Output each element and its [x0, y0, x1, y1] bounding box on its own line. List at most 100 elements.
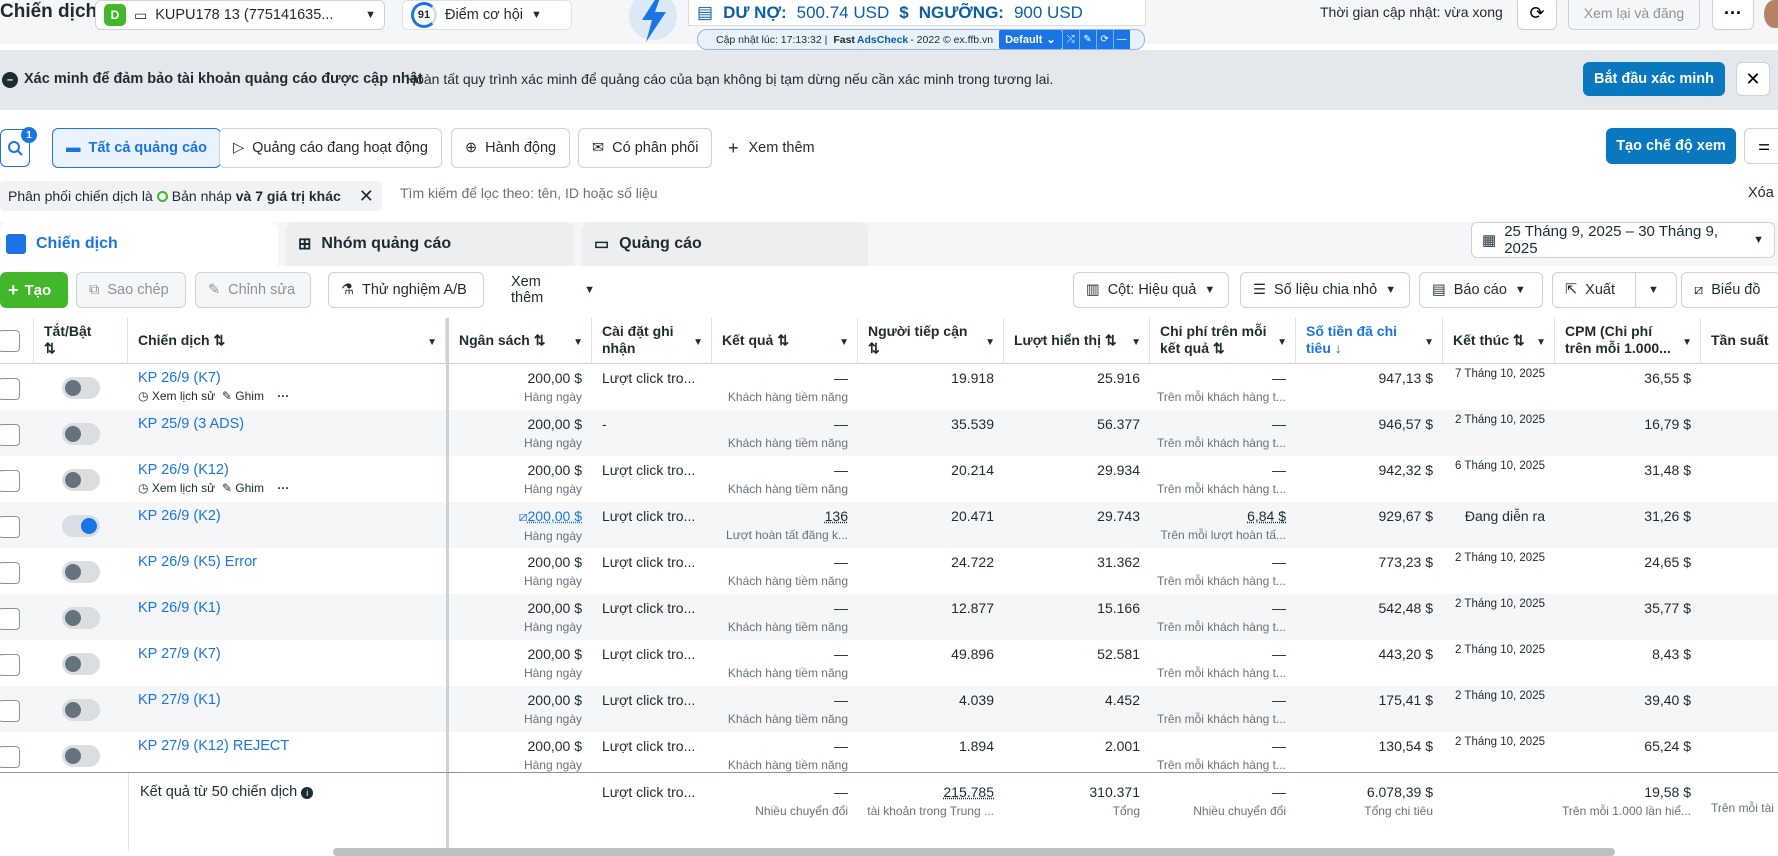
row-more-button[interactable]: ··· — [277, 389, 289, 403]
start-verification-button[interactable]: Bắt đầu xác minh — [1583, 62, 1725, 96]
budget-cell[interactable]: 200,00 $ Hàng ngày — [449, 640, 592, 686]
date-range-picker[interactable]: ▦ 25 Tháng 9, 2025 – 30 Tháng 9, 2025 ▼ — [1471, 222, 1775, 258]
charts-button[interactable]: ⧄ Biểu đồ — [1681, 272, 1778, 308]
col-attribution[interactable]: Cài đặt ghi nhận ▼ — [592, 318, 712, 364]
table-row[interactable]: KP 27/9 (K7) 200,00 $ Hàng ngày Lượt click … — [0, 640, 1778, 686]
col-toggle[interactable]: Tắt/Bật ⇅ — [34, 318, 128, 364]
edit-icon[interactable]: ✎ — [1078, 30, 1096, 49]
shuffle-icon[interactable]: ⤮ — [1061, 30, 1079, 49]
row-checkbox[interactable] — [0, 746, 20, 768]
campaign-toggle[interactable] — [62, 561, 100, 583]
close-icon[interactable]: ✕ — [359, 186, 374, 207]
select-all-checkbox[interactable] — [0, 330, 20, 352]
campaign-name-cell[interactable]: KP 27/9 (K7) — [128, 640, 446, 686]
col-impressions[interactable]: Lượt hiển thị ⇅ ▼ — [1004, 318, 1150, 364]
see-more-filters-button[interactable]: + Xem thêm — [728, 131, 815, 165]
budget-cell[interactable]: 200,00 $ Hàng ngày — [449, 594, 592, 640]
campaign-name-link[interactable]: KP 26/9 (K12) — [138, 462, 229, 478]
horizontal-scrollbar[interactable] — [333, 848, 1615, 856]
tab-adsets[interactable]: ⊞ Nhóm quảng cáo — [286, 222, 574, 266]
edit-button[interactable]: ✎ Chỉnh sửa — [195, 272, 311, 308]
row-checkbox[interactable] — [0, 424, 20, 446]
campaign-toggle[interactable] — [62, 423, 100, 445]
campaign-toggle[interactable] — [62, 515, 100, 537]
budget-cell[interactable]: ⧄200,00 $ Hàng ngày — [449, 502, 592, 548]
row-checkbox[interactable] — [0, 470, 20, 492]
campaign-name-link[interactable]: KP 26/9 (K7) — [138, 370, 221, 386]
campaign-name-cell[interactable]: KP 26/9 (K2) — [128, 502, 446, 548]
row-checkbox[interactable] — [0, 700, 20, 722]
tab-campaigns[interactable]: Chiến dịch — [0, 222, 278, 266]
table-row[interactable]: KP 25/9 (3 ADS) 200,00 $ Hàng ngày - — Khách … — [0, 410, 1778, 456]
pill-active-ads[interactable]: ▷ Quảng cáo đang hoạt động — [219, 128, 442, 168]
row-checkbox[interactable] — [0, 378, 20, 400]
table-row[interactable]: KP 27/9 (K1) 200,00 $ Hàng ngày Lượt click … — [0, 686, 1778, 732]
profile-select[interactable]: Default ⌄ — [999, 30, 1062, 49]
account-selector[interactable]: D ▭ KUPU178 13 (775141635... ▼ — [95, 0, 385, 30]
row-checkbox[interactable] — [0, 516, 20, 538]
history-link[interactable]: Xem lịch sử — [152, 389, 215, 403]
pill-delivery[interactable]: ✉ Có phân phối — [578, 128, 713, 168]
table-row[interactable]: KP 26/9 (K12) ◷ Xem lịch sử ✎ Ghim ··· 200… — [0, 456, 1778, 502]
col-ends[interactable]: Kết thúc ⇅ ▼ — [1443, 318, 1555, 364]
campaign-name-cell[interactable]: KP 26/9 (K12) ◷ Xem lịch sử ✎ Ghim ··· — [128, 456, 446, 502]
table-row[interactable]: KP 26/9 (K5) Error 200,00 $ Hàng ngày Lượt … — [0, 548, 1778, 594]
budget-cell[interactable]: 200,00 $ Hàng ngày — [449, 732, 592, 772]
breakdown-button[interactable]: ☰ Số liệu chia nhỏ ▼ — [1240, 272, 1410, 308]
campaign-name-cell[interactable]: KP 26/9 (K7) ◷ Xem lịch sử ✎ Ghim ··· — [128, 364, 446, 410]
tab-ads[interactable]: ▭ Quảng cáo — [582, 222, 868, 266]
table-row[interactable]: KP 26/9 (K7) ◷ Xem lịch sử ✎ Ghim ··· 200,… — [0, 364, 1778, 410]
create-view-button[interactable]: Tạo chế độ xem — [1606, 128, 1736, 164]
campaign-toggle[interactable] — [62, 607, 100, 629]
export-dropdown[interactable]: ▼ — [1635, 272, 1677, 308]
budget-cell[interactable]: 200,00 $ Hàng ngày — [449, 364, 592, 410]
adjust-view-button[interactable]: ⚌ — [1744, 128, 1778, 164]
table-row[interactable]: KP 27/9 (K12) REJECT 200,00 $ Hàng ngày Lượ… — [0, 732, 1778, 772]
filter-search-input[interactable]: Tìm kiếm để lọc theo: tên, ID hoặc số li… — [400, 185, 658, 201]
create-button[interactable]: + Tạo — [0, 272, 68, 308]
export-button[interactable]: ⇱ Xuất — [1552, 272, 1636, 308]
budget-cell[interactable]: 200,00 $ Hàng ngày — [449, 686, 592, 732]
col-cpm[interactable]: CPM (Chi phí trên mỗi 1.000... ▼ — [1555, 318, 1701, 364]
more-options-button[interactable]: ··· — [1712, 0, 1754, 30]
budget-cell[interactable]: 200,00 $ Hàng ngày — [449, 410, 592, 456]
campaign-name-link[interactable]: KP 26/9 (K2) — [138, 508, 221, 524]
toolbar-more-button[interactable]: Xem thêm ▼ — [498, 272, 608, 308]
history-link[interactable]: Xem lịch sử — [152, 481, 215, 495]
col-cost-per-result[interactable]: Chi phí trên mỗi kết quả ⇅ ▼ — [1150, 318, 1296, 364]
pin-link[interactable]: Ghim — [235, 481, 264, 495]
campaign-name-cell[interactable]: KP 27/9 (K12) REJECT — [128, 732, 446, 772]
sync-icon[interactable]: ⟳ — [1095, 30, 1113, 49]
col-frequency[interactable]: Tần suất — [1701, 318, 1778, 364]
pin-link[interactable]: Ghim — [235, 389, 264, 403]
clear-filters-link[interactable]: Xóa — [1748, 185, 1774, 201]
table-row[interactable]: KP 26/9 (K2) ⧄200,00 $ Hàng ngày Lượt click… — [0, 502, 1778, 548]
pill-actions[interactable]: ⊕ Hành động — [451, 128, 571, 168]
pill-all-ads[interactable]: ▬ Tất cả quảng cáo — [52, 128, 221, 168]
col-campaign[interactable]: Chiến dịch ⇅ ▼ — [128, 318, 446, 364]
review-publish-button[interactable]: Xem lại và đăng — [1568, 0, 1700, 30]
campaign-toggle[interactable] — [62, 377, 100, 399]
campaign-name-cell[interactable]: KP 26/9 (K1) — [128, 594, 446, 640]
col-budget[interactable]: Ngân sách ⇅ ▼ — [449, 318, 592, 364]
opportunity-score-button[interactable]: 91 Điểm cơ hội ▼ — [402, 0, 572, 30]
columns-button[interactable]: ▥ Cột: Hiệu quả ▼ — [1073, 272, 1229, 308]
campaign-toggle[interactable] — [62, 745, 100, 767]
campaign-toggle[interactable] — [62, 469, 100, 491]
ab-test-button[interactable]: ⚗ Thử nghiệm A/B — [328, 272, 484, 308]
close-banner-button[interactable]: ✕ — [1736, 62, 1770, 96]
refresh-button[interactable]: ⟳ — [1517, 0, 1557, 30]
row-checkbox[interactable] — [0, 562, 20, 584]
campaign-name-link[interactable]: KP 26/9 (K5) Error — [138, 554, 257, 570]
budget-cell[interactable]: 200,00 $ Hàng ngày — [449, 548, 592, 594]
info-icon[interactable]: i — [301, 787, 314, 799]
row-checkbox[interactable] — [0, 608, 20, 630]
copy-button[interactable]: ⧉ Sao chép — [76, 272, 186, 308]
campaign-name-link[interactable]: KP 26/9 (K1) — [138, 600, 221, 616]
campaign-name-link[interactable]: KP 27/9 (K1) — [138, 692, 221, 708]
campaign-toggle[interactable] — [62, 699, 100, 721]
col-amount-spent[interactable]: Số tiền đã chi tiêu ↓ ▼ — [1296, 318, 1443, 364]
row-checkbox[interactable] — [0, 654, 20, 676]
filter-chip[interactable]: Phân phối chiến dịch là Bản nháp và 7 gi… — [0, 181, 382, 211]
reports-button[interactable]: ▤ Báo cáo ▼ — [1419, 272, 1543, 308]
